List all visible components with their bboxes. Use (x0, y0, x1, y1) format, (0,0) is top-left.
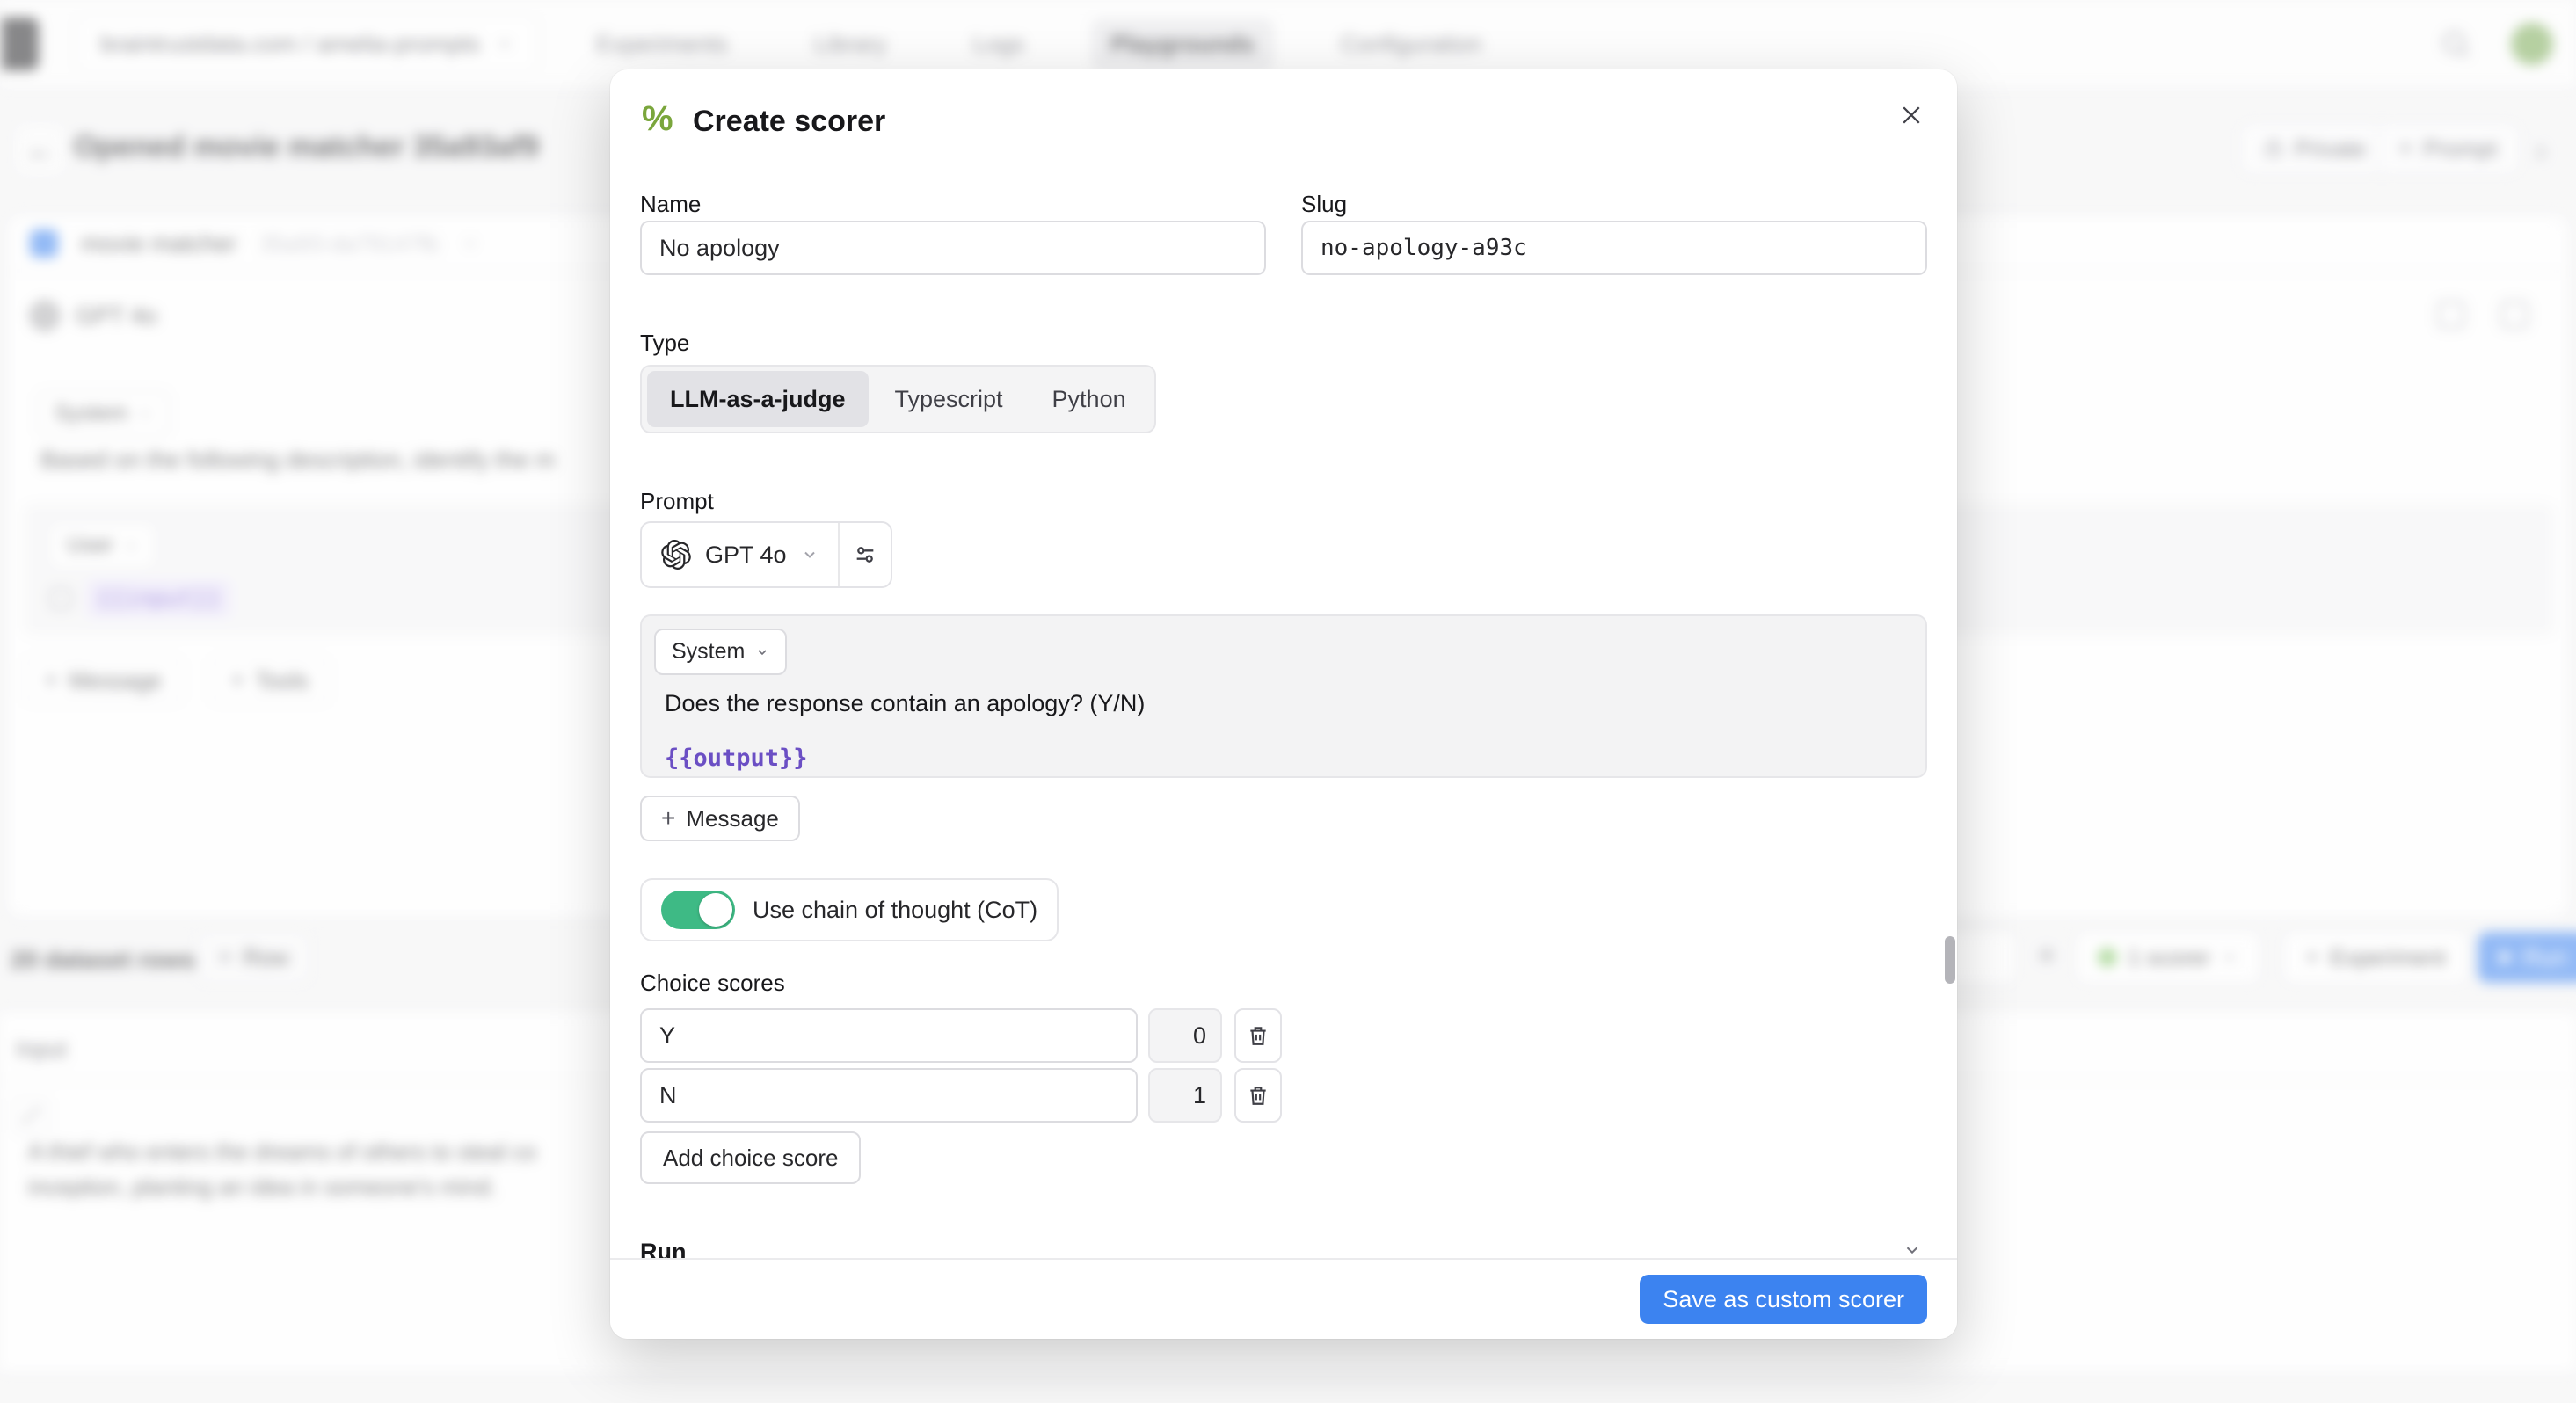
run-section-label: Run (640, 1239, 686, 1258)
create-scorer-modal: % Create scorer Name Slug Type LLM-as-a-… (610, 69, 1957, 1339)
choice-score-y[interactable]: 0 (1148, 1008, 1222, 1063)
type-option-typescript[interactable]: Typescript (872, 371, 1026, 427)
slug-input[interactable] (1301, 221, 1927, 275)
add-choice-score-label: Add choice score (663, 1145, 838, 1172)
plus-icon: + (661, 804, 675, 832)
scorer-percent-icon: % (642, 99, 673, 139)
chevron-down-icon (801, 546, 819, 563)
cot-label: Use chain of thought (CoT) (753, 897, 1037, 924)
delete-choice-y-button[interactable] (1234, 1008, 1282, 1063)
trash-icon (1247, 1024, 1270, 1047)
output-variable: {{output}} (665, 745, 808, 772)
type-label: Type (640, 330, 689, 357)
add-choice-score-button[interactable]: Add choice score (640, 1131, 861, 1184)
run-section-header[interactable]: Run (610, 1239, 1957, 1258)
model-params-button[interactable] (840, 523, 891, 586)
modal-footer: Save as custom scorer (610, 1258, 1957, 1339)
chevron-down-icon (755, 645, 769, 659)
choice-score-n[interactable]: 1 (1148, 1068, 1222, 1123)
message-role-dropdown[interactable]: System (654, 629, 787, 675)
type-option-python[interactable]: Python (1030, 371, 1149, 427)
modal-title: Create scorer (693, 105, 885, 139)
modal-scrollbar-thumb[interactable] (1945, 936, 1955, 984)
model-split-button: GPT 4o (640, 521, 892, 588)
slug-label: Slug (1301, 191, 1347, 218)
type-option-llm-judge[interactable]: LLM-as-a-judge (647, 371, 869, 427)
name-input[interactable] (640, 221, 1266, 275)
name-label: Name (640, 191, 701, 218)
choice-input-y[interactable] (640, 1008, 1138, 1063)
prompt-message-text: Does the response contain an apology? (Y… (665, 690, 1145, 717)
choice-scores-label: Choice scores (640, 970, 785, 997)
cot-toggle-container: Use chain of thought (CoT) (640, 878, 1059, 941)
choice-input-n[interactable] (640, 1068, 1138, 1123)
model-name: GPT 4o (705, 542, 787, 569)
sliders-icon (853, 542, 877, 567)
delete-choice-n-button[interactable] (1234, 1068, 1282, 1123)
save-as-custom-scorer-button[interactable]: Save as custom scorer (1640, 1275, 1927, 1324)
modal-add-message-label: Message (686, 805, 779, 832)
prompt-label: Prompt (640, 488, 714, 515)
close-button[interactable] (1892, 96, 1931, 134)
modal-add-message-button[interactable]: + Message (640, 796, 800, 841)
close-icon (1898, 102, 1925, 128)
trash-icon (1247, 1084, 1270, 1107)
toggle-knob (699, 893, 732, 927)
chevron-down-icon (1903, 1240, 1922, 1258)
cot-toggle[interactable] (661, 891, 735, 929)
model-dropdown[interactable]: GPT 4o (642, 523, 838, 586)
type-segmented-control: LLM-as-a-judge Typescript Python (640, 365, 1156, 433)
app-root: braintrustdata.com / amelia-prompts Expe… (0, 0, 2576, 1403)
prompt-editor[interactable]: System Does the response contain an apol… (640, 614, 1927, 778)
message-role-label: System (672, 639, 745, 665)
openai-icon (661, 540, 691, 570)
